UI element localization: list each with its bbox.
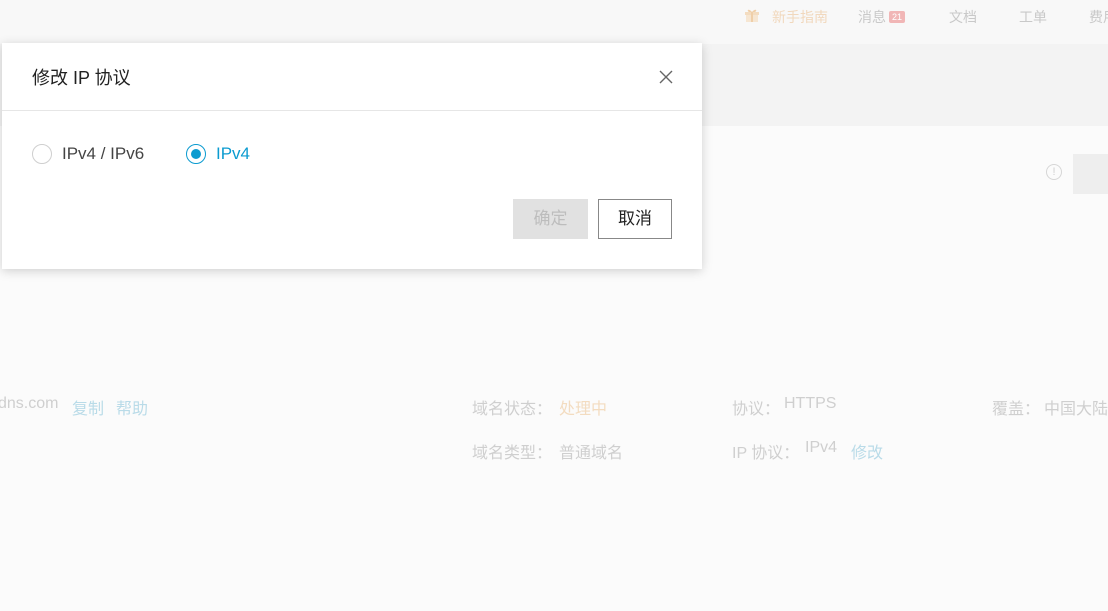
radio-label: IPv4 xyxy=(216,144,251,163)
status-label: 域名状态： xyxy=(472,401,553,418)
modify-ip-protocol-dialog: 修改 IP 协议 IPv4 / IPv6 IPv4 确定 取消 xyxy=(2,43,702,269)
info-circle-icon[interactable]: ! xyxy=(1046,164,1062,180)
messages-link[interactable]: 消息 21 xyxy=(858,7,906,27)
radio-label: IPv4 / IPv6 xyxy=(62,144,145,163)
type-label: 域名类型： xyxy=(472,445,553,462)
domain-cname: dns.com xyxy=(0,395,59,412)
ip-protocol-value: IPv4 xyxy=(805,439,838,456)
messages-label: 消息 xyxy=(858,9,886,25)
radio-ipv4-ipv6[interactable]: IPv4 / IPv6 xyxy=(32,144,144,164)
coverage-label: 覆盖： xyxy=(992,401,1041,418)
page: 新手指南 消息21 文档 工单 费用 ! dns.com 复制 帮助 域名状态：… xyxy=(0,0,1108,611)
top-nav-bar: 新手指南 消息21 文档 工单 费用 xyxy=(0,0,1108,44)
radio-ipv4[interactable]: IPv4 xyxy=(186,144,250,164)
ip-protocol-label: IP 协议： xyxy=(732,445,800,462)
dialog-title: 修改 IP 协议 xyxy=(32,68,131,88)
ticket-link[interactable]: 工单 xyxy=(1019,7,1047,27)
gift-icon xyxy=(745,9,759,22)
messages-badge: 21 xyxy=(889,11,906,23)
coverage-value: 中国大陆 xyxy=(1044,401,1108,418)
docs-link[interactable]: 文档 xyxy=(949,7,977,27)
help-link[interactable]: 帮助 xyxy=(116,395,148,419)
cancel-button[interactable]: 取消 xyxy=(598,199,672,239)
modify-ip-protocol-link[interactable]: 修改 xyxy=(851,439,883,463)
copy-link[interactable]: 复制 xyxy=(72,395,104,419)
fee-link[interactable]: 费用 xyxy=(1089,7,1108,27)
dialog-header: 修改 IP 协议 xyxy=(2,43,702,111)
protocol-label: 协议： xyxy=(732,401,781,418)
radio-circle-unchecked[interactable] xyxy=(32,144,52,164)
type-value: 普通域名 xyxy=(559,445,624,462)
confirm-button[interactable]: 确定 xyxy=(513,199,588,239)
status-value: 处理中 xyxy=(559,401,608,418)
action-button[interactable] xyxy=(1073,154,1108,194)
protocol-value: HTTPS xyxy=(784,395,837,412)
newbie-guide-link[interactable]: 新手指南 xyxy=(772,7,828,27)
close-icon[interactable] xyxy=(658,69,674,85)
radio-circle-checked[interactable] xyxy=(186,144,206,164)
